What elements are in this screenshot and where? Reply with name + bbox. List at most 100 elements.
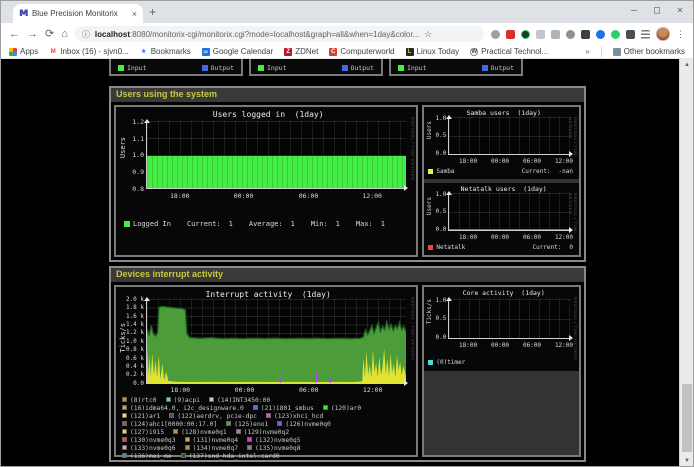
scroll-down-arrow-icon[interactable]: ▼ (680, 455, 693, 467)
logged-in-swatch (124, 221, 130, 227)
interrupt-legend: (8)rtc0 (9)acpi (14)INT3450:00 (16)idma6… (122, 397, 361, 460)
core-activity-graph[interactable]: Core activity (1day) Ticks/s 1.00.50.0 1… (424, 287, 579, 371)
partial-graph-row: Input Output Input Output Input Output (109, 59, 523, 76)
netatalk-swatch (428, 245, 433, 250)
bookmark-linux-today[interactable]: LLinux Today (406, 47, 460, 56)
whatsapp-extension-icon[interactable] (611, 30, 620, 39)
y-axis-ticks: 1.21.11.00.90.8 (118, 118, 144, 193)
apps-shortcut[interactable]: Apps (9, 47, 38, 56)
apps-grid-icon (9, 48, 17, 56)
window-minimize-button[interactable]: – (631, 5, 637, 16)
reload-icon[interactable]: ⟳ (45, 29, 54, 40)
netatalk-zero-line (449, 229, 571, 230)
tab-title: Blue Precision Monitorix (32, 9, 128, 18)
address-bar[interactable]: ⓘ localhost:8080/monitorix-cgi/monitorix… (75, 26, 484, 42)
timer-swatch (428, 360, 433, 365)
star-icon: ★ (140, 48, 148, 56)
y-axis-ticks: 1.00.50.0 (426, 297, 446, 341)
site-info-icon[interactable]: ⓘ (82, 29, 90, 40)
search-extension-icon[interactable] (491, 30, 500, 39)
samba-users-graph[interactable]: Samba users (1day) Users 1.00.50.0 18:00… (424, 107, 579, 179)
users-legend: Logged In Current:1 Average:1 Min:1 Max:… (124, 220, 385, 228)
y-axis-ticks: 1.00.50.0 (426, 115, 446, 157)
browser-window: M Blue Precision Monitorix × + – □ × ← →… (0, 0, 694, 467)
input-legend-swatch (118, 65, 124, 71)
device-extension-icon[interactable] (551, 30, 560, 39)
bookmark-computerworld[interactable]: CComputerworld (329, 47, 394, 56)
rrdtool-watermark: RRDTOOL / TOBI OETIKER (568, 117, 578, 179)
users-logged-in-graph[interactable]: Users logged in (1day) Users 1.21.11.00.… (114, 105, 418, 257)
chart-title: Core activity (1day) (438, 289, 569, 297)
puzzle-extensions-icon[interactable] (626, 30, 635, 39)
core-plot-area (448, 299, 571, 339)
window-close-button[interactable]: × (677, 5, 683, 16)
samba-legend: Samba Current:-nan (428, 168, 573, 175)
y-axis-ticks: 2.0 k1.8 k1.6 k1.4 k1.2 k1.0 k0.8 k0.6 k… (118, 296, 144, 387)
netatalk-users-graph[interactable]: Netatalk users (1day) Users 1.00.50.0 18… (424, 183, 579, 255)
partial-graph-panel[interactable]: Input Output (109, 59, 243, 76)
screenshot-extension-icon[interactable] (581, 30, 590, 39)
bookmarks-overflow-chevron[interactable]: » (585, 47, 589, 56)
linux-today-icon: L (406, 48, 414, 56)
forward-icon[interactable]: → (27, 29, 38, 40)
monitorix-favicon-icon: M (19, 9, 28, 19)
section-devices: Devices interrupt activity Interrupt act… (109, 266, 586, 462)
chart-title: Interrupt activity (1day) (130, 290, 406, 299)
browser-toolbar: ← → ⟳ ⌂ ⓘ localhost:8080/monitorix-cgi/m… (1, 23, 693, 45)
samba-plot-area (448, 117, 571, 155)
section-users-title: Users using the system (111, 88, 584, 102)
scroll-up-arrow-icon[interactable]: ▲ (680, 59, 693, 71)
bookmark-inbox[interactable]: MInbox (16) - sjvn0... (49, 47, 128, 56)
url-text[interactable]: localhost:8080/monitorix-cgi/monitorix.c… (95, 30, 419, 39)
gmail-icon: M (49, 48, 57, 56)
users-right-column: Samba users (1day) Users 1.00.50.0 18:00… (422, 105, 581, 257)
rrdtool-watermark: RRDTOOL / TOBI OETIKER (568, 193, 578, 255)
folder-icon (613, 48, 621, 56)
scrollbar-thumb[interactable] (682, 384, 692, 452)
home-icon[interactable]: ⌂ (61, 29, 68, 40)
rrdtool-watermark: RRDTOOL / TOBI OETIKER (573, 297, 578, 361)
playlist-extension-icon[interactable] (641, 30, 650, 39)
page-content: Input Output Input Output Input Output U… (1, 59, 693, 467)
profile-avatar[interactable] (656, 27, 670, 41)
back-icon[interactable]: ← (9, 29, 20, 40)
netatalk-plot-area (448, 193, 571, 231)
tab-close-icon[interactable]: × (132, 9, 137, 19)
users-area-fill (147, 156, 406, 188)
bookmarks-bar: Apps MInbox (16) - sjvn0... ★Bookmarks 3… (1, 45, 693, 59)
interrupt-activity-graph[interactable]: Interrupt activity (1day) Ticks/s 2.0 k1… (114, 285, 418, 457)
browser-menu-icon[interactable]: ⋮ (676, 29, 685, 40)
extensions-row: ⋮ (491, 27, 685, 41)
page-scrollbar[interactable]: ▲ ▼ (679, 59, 693, 467)
other-bookmarks[interactable]: Other bookmarks (613, 47, 685, 56)
output-legend-swatch (202, 65, 208, 71)
users-plot-area (146, 121, 406, 189)
bookmark-star-icon[interactable]: ☆ (424, 29, 432, 40)
window-maximize-button[interactable]: □ (654, 5, 660, 16)
chart-title: Users logged in (1day) (130, 110, 406, 119)
section-users: Users using the system Users logged in (… (109, 86, 586, 262)
partial-graph-panel[interactable]: Input Output (249, 59, 383, 76)
glasses-extension-icon[interactable] (566, 30, 575, 39)
chart-title: Netatalk users (1day) (438, 185, 569, 193)
wordpress-icon: W (470, 48, 478, 56)
bookmark-practical-technology[interactable]: WPractical Technol... (470, 47, 548, 56)
section-devices-title: Devices interrupt activity (111, 268, 584, 282)
leaf-extension-icon[interactable] (521, 30, 530, 39)
computerworld-icon: C (329, 48, 337, 56)
calendar-icon: 31 (202, 48, 210, 56)
copy-pages-extension-icon[interactable] (536, 30, 545, 39)
rrdtool-watermark: RRDTOOL / TOBI OETIKER (410, 297, 415, 361)
gmail-extension-icon[interactable] (506, 30, 515, 39)
messenger-extension-icon[interactable] (596, 30, 605, 39)
interrupt-plot-area (146, 299, 406, 384)
new-tab-button[interactable]: + (149, 5, 156, 19)
bookmark-zdnet[interactable]: ZZDNet (284, 47, 318, 56)
titlebar: M Blue Precision Monitorix × + – □ × (1, 1, 693, 23)
netatalk-legend: Netatalk Current:0 (428, 244, 573, 251)
bookmarks-separator (601, 47, 602, 57)
browser-tab[interactable]: M Blue Precision Monitorix × (13, 4, 143, 23)
partial-graph-panel[interactable]: Input Output (389, 59, 523, 76)
bookmark-google-calendar[interactable]: 31Google Calendar (202, 47, 273, 56)
bookmark-bookmarks[interactable]: ★Bookmarks (140, 47, 191, 56)
